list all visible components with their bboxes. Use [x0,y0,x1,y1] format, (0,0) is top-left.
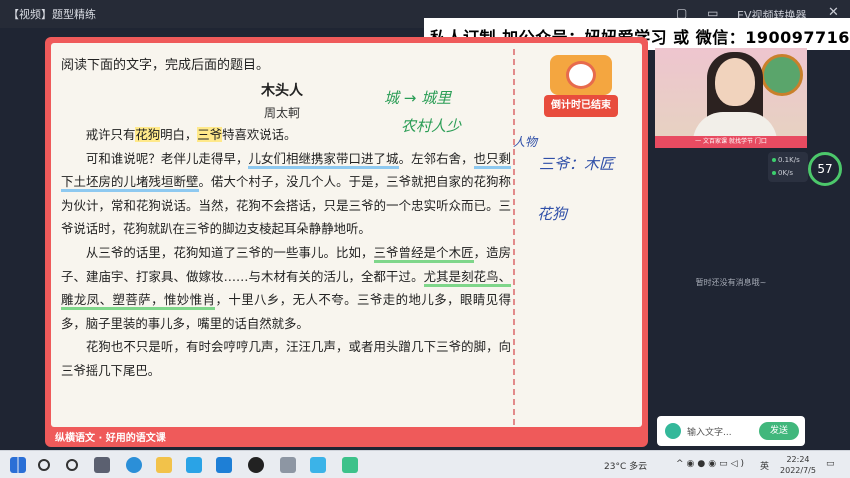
countdown-widget[interactable]: 倒计时已结束 [544,49,618,119]
highlight-huagou: 花狗 [135,127,161,142]
network-gauge: 57 [808,152,842,186]
paragraph-4: 花狗也不只是听，有时会哼哼几声，汪汪几声，或者用头蹭几下三爷的脚，向三爷摇几下尾… [61,339,511,378]
clock[interactable]: 22:24 2022/7/5 [777,454,819,476]
annotation-sanye: 三爷：木匠 [539,155,615,173]
notification-icon[interactable]: ▭ [826,459,835,469]
edge-icon[interactable] [126,457,142,473]
record-icon[interactable] [248,457,264,473]
instruction: 阅读下面的文字，完成后面的题目。 [61,58,270,73]
annotation-huagou: 花狗 [537,205,568,223]
paragraph-3: 从三爷的话里，花狗知道了三爷的一些事儿。比如，三爷曾经是个木匠，造房子、建庙宇、… [61,244,512,331]
slide-paper: 阅读下面的文字，完成后面的题目。 木头人 周太軻 戒许只有花狗明白，三爷特喜欢说… [51,43,642,427]
search-icon[interactable] [38,459,50,471]
app-lightblue-icon[interactable] [310,457,326,473]
app-gray-icon[interactable] [280,457,296,473]
teacher-face [715,58,755,106]
annotation-character: 人物 [513,135,538,149]
task-view-icon[interactable] [66,459,78,471]
window-title: 【视频】题型精练 [8,8,96,21]
chat-input-bar[interactable]: 输入文字... 发送 [657,416,805,446]
chat-panel: 暂时还没有消息哦~ [655,185,807,410]
weather[interactable]: 23°C 多云 [604,459,647,472]
teacher-camera: 一 文百家课 就找学节 门口 [655,48,807,148]
camera-caption: 一 文百家课 就找学节 门口 [655,136,807,148]
dashed-divider [513,49,515,425]
timer-label: 倒计时已结束 [544,95,618,117]
download-icon [772,171,776,175]
slide: 阅读下面的文字，完成后面的题目。 木头人 周太軻 戒许只有花狗明白，三爷特喜欢说… [45,37,648,447]
clock-icon [566,61,596,89]
app-blue-icon[interactable] [186,457,202,473]
highlight-sanye: 三爷 [197,127,223,142]
send-button[interactable]: 发送 [759,422,799,440]
upload-icon [772,158,776,162]
empty-message: 暂时还没有消息哦~ [695,278,767,287]
globe-icon [761,54,803,96]
underline-blue-1: 儿女们相继携家带口进了城 [248,150,399,169]
annotation-city: 城 → 城里 [384,89,452,107]
passage-body: 戒许只有花狗明白，三爷特喜欢说话。 可和谁说呢？老伴儿走得早，儿女们相继携家带口… [61,123,512,383]
ime-indicator[interactable]: 英 [760,459,769,472]
network-stats: 0.1K/s 0K/s [768,152,808,182]
folder-icon[interactable] [156,457,172,473]
slide-footer: 纵横语文 · 好用的语文课 [55,433,166,444]
emoji-icon[interactable] [665,423,681,439]
chat-input[interactable]: 输入文字... [687,425,732,438]
tray-icons[interactable]: ^◉●◉▭◁) [676,459,747,469]
paragraph-2: 可和谁说呢？老伴儿走得早，儿女们相继携家带口进了城。左邻右舍，也只剩下土坯房的儿… [61,150,512,237]
taskview-grid-icon[interactable] [94,457,110,473]
app-qq-icon[interactable] [216,457,232,473]
app-green-icon[interactable] [342,457,358,473]
taskbar: 23°C 多云 ^◉●◉▭◁) 英 22:24 2022/7/5 ▭ [0,450,850,478]
underline-green-1: 三爷曾经是个木匠 [373,244,474,263]
windows-start-icon[interactable] [10,457,26,473]
annotation-rural: 农村人少 [401,117,462,135]
